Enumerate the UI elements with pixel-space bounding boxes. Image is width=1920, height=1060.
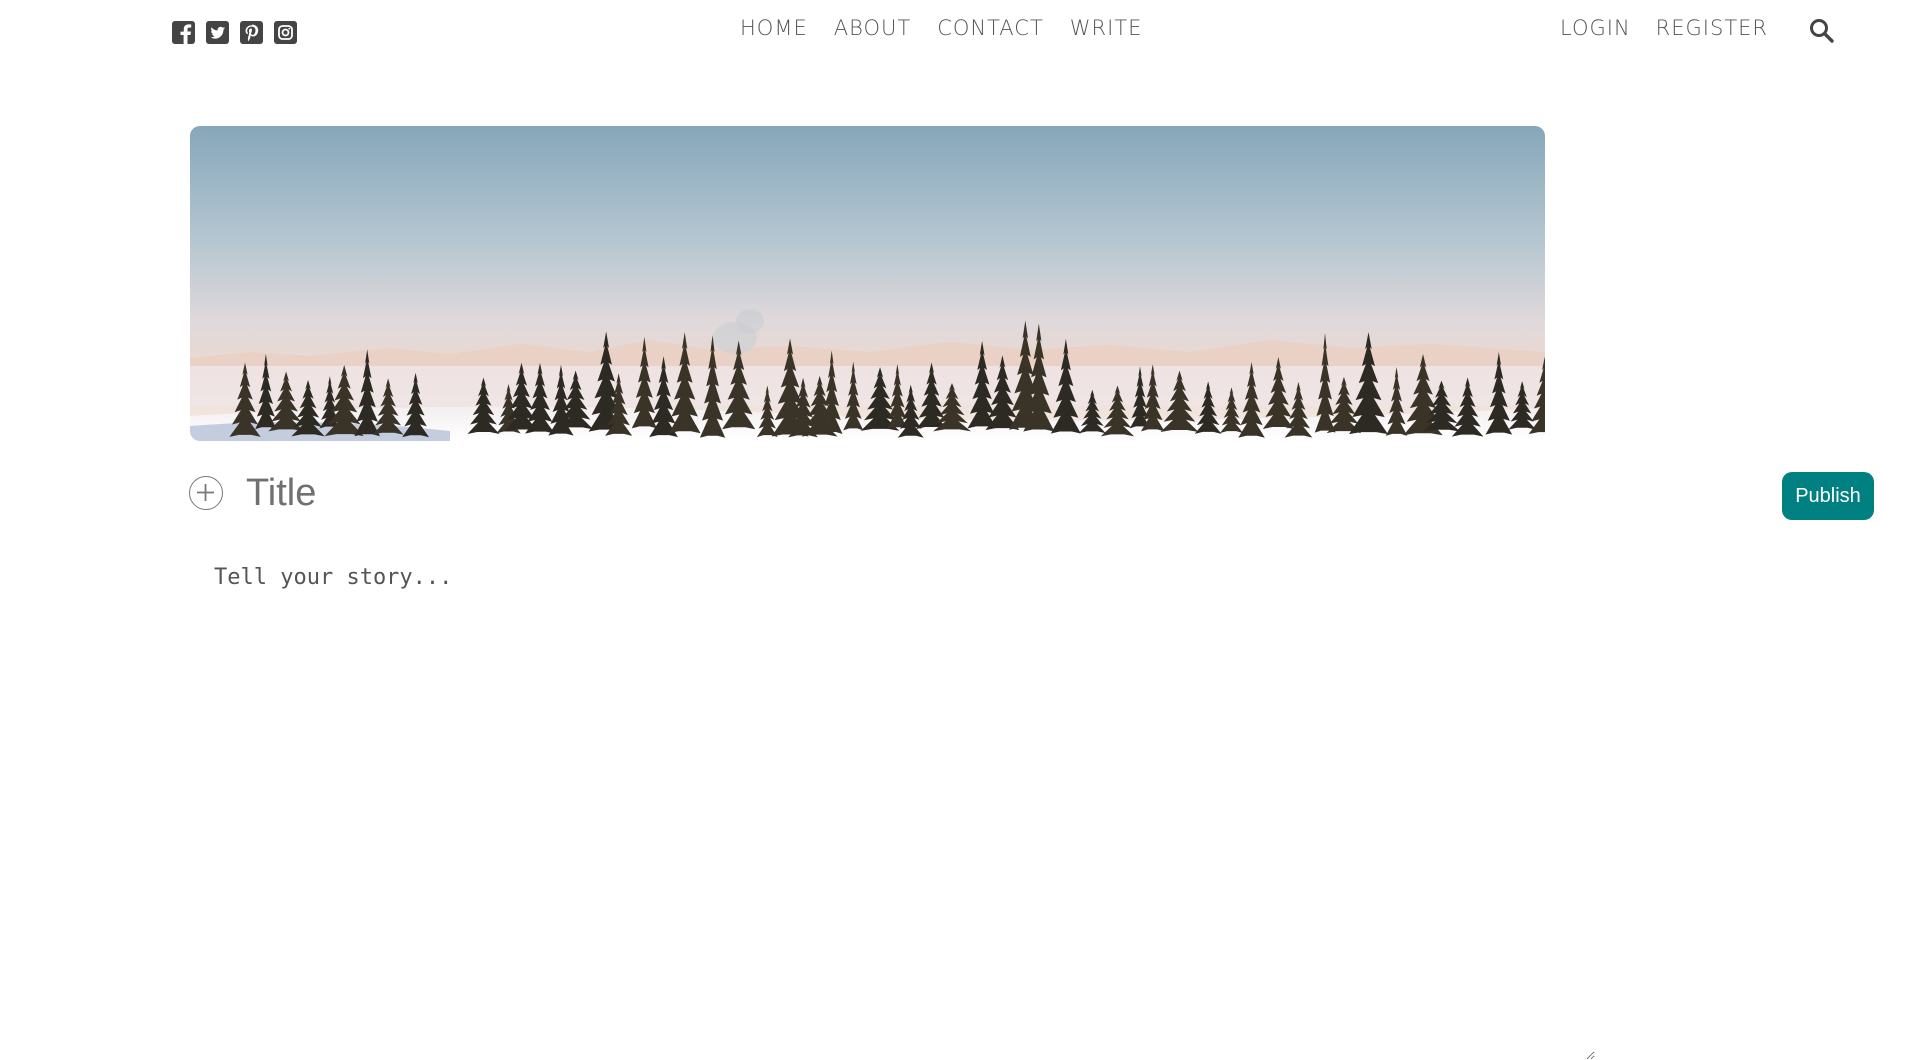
facebook-icon[interactable]: [172, 21, 195, 44]
main-nav: HOME ABOUT CONTACT WRITE: [740, 16, 1142, 40]
nav-about[interactable]: ABOUT: [834, 16, 911, 40]
auth-links: LOGIN REGISTER: [1560, 16, 1768, 40]
login-link[interactable]: LOGIN: [1560, 16, 1631, 40]
title-input[interactable]: [246, 466, 1526, 520]
register-link[interactable]: REGISTER: [1656, 16, 1768, 40]
pinterest-icon[interactable]: [240, 21, 263, 44]
top-bar: HOME ABOUT CONTACT WRITE LOGIN REGISTER: [0, 0, 1920, 62]
story-textarea[interactable]: [190, 560, 1595, 1060]
plus-icon: [197, 484, 214, 501]
nav-contact[interactable]: CONTACT: [937, 16, 1044, 40]
twitter-icon[interactable]: [206, 21, 229, 44]
nav-write[interactable]: WRITE: [1070, 16, 1143, 40]
instagram-icon[interactable]: [274, 21, 297, 44]
search-icon[interactable]: [1808, 17, 1835, 44]
cover-image: [190, 126, 1545, 441]
nav-home[interactable]: HOME: [740, 16, 808, 40]
add-image-button[interactable]: [189, 476, 223, 510]
publish-button[interactable]: Publish: [1782, 472, 1874, 520]
social-links: [172, 21, 297, 44]
